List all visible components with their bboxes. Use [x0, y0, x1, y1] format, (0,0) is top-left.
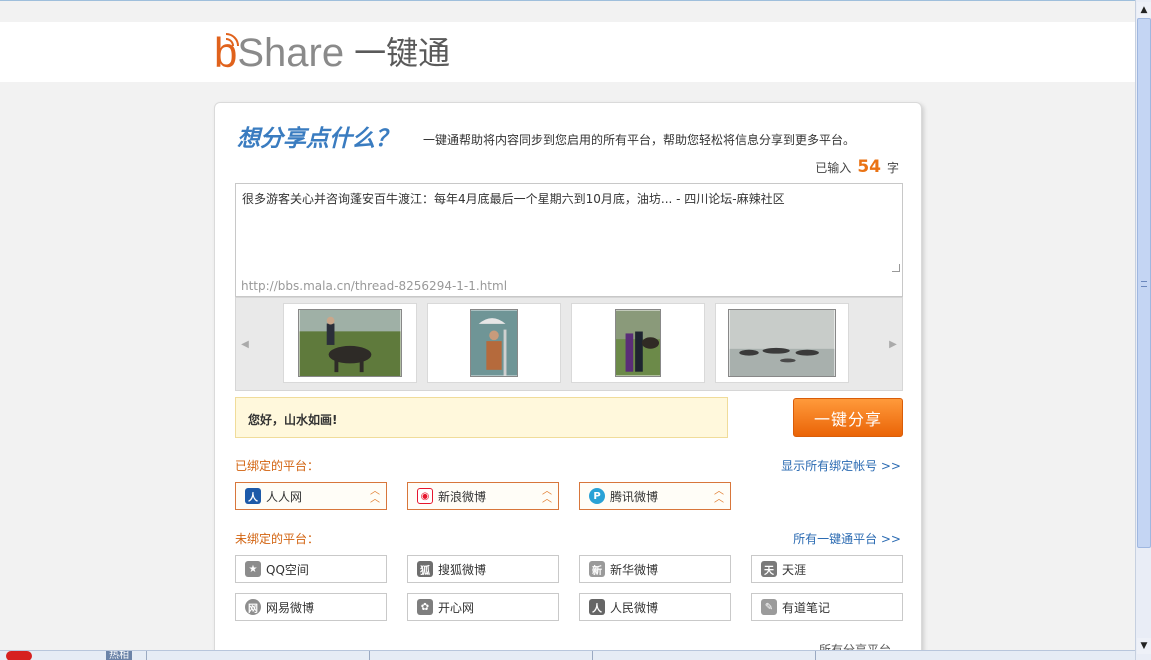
- gallery-thumb[interactable]: [427, 303, 561, 383]
- bound-platform-tencent-weibo[interactable]: P 腾讯微博 ︿ ︿: [579, 482, 731, 510]
- page-header: b Share 一键通: [0, 22, 1135, 82]
- taskbar-divider: [369, 651, 370, 660]
- platform-name: 人人网: [266, 489, 303, 504]
- scrollbar-grip-icon: [1141, 281, 1147, 287]
- taskbar-app-icon[interactable]: [6, 651, 32, 660]
- xinhua-weibo-icon: 新: [589, 561, 605, 577]
- vertical-scrollbar[interactable]: ▲ ▼: [1135, 0, 1151, 660]
- greeting-text: 您好，山水如画!: [248, 413, 338, 427]
- char-counter-value: 54: [857, 157, 881, 177]
- taskbar-divider: [592, 651, 593, 660]
- taskbar-divider: [146, 651, 147, 660]
- logo-wifi-icon: [225, 33, 239, 47]
- platform-people-weibo[interactable]: 人 人民微博: [579, 593, 731, 621]
- platform-name: 腾讯微博: [610, 489, 659, 504]
- char-counter-suffix: 字: [886, 161, 899, 175]
- youdao-note-icon: ✎: [761, 599, 777, 615]
- char-counter-prefix: 已输入: [815, 161, 852, 175]
- platform-youdao-note[interactable]: ✎ 有道笔记: [751, 593, 903, 621]
- platform-name: 网易微博: [266, 600, 315, 615]
- tencent-weibo-icon: P: [589, 488, 605, 504]
- platform-sohu-weibo[interactable]: 狐 搜狐微博: [407, 555, 559, 583]
- card-title: 想分享点什么？: [237, 126, 398, 152]
- bshare-logo[interactable]: b Share 一键通: [214, 29, 451, 76]
- photo-buffalo-rider: [298, 309, 402, 377]
- share-text[interactable]: 很多游客关心并咨询蓬安百牛渡江：每年4月底最后一个星期六到10月底，油坊... …: [242, 190, 785, 207]
- char-counter: 已输入 54 字: [815, 157, 899, 177]
- platform-name: 搜狐微博: [438, 562, 487, 577]
- gallery-thumb[interactable]: [571, 303, 705, 383]
- platform-xinhua-weibo[interactable]: 新 新华微博: [579, 555, 731, 583]
- card-description: 一键通帮助将内容同步到您启用的所有平台，帮助您轻松将信息分享到更多平台。: [423, 133, 856, 147]
- show-bound-accounts-link[interactable]: 显示所有绑定帐号 >>: [781, 457, 901, 474]
- platform-name: 天涯: [782, 562, 807, 577]
- one-click-share-button[interactable]: 一键分享: [793, 398, 903, 437]
- platform-name: 新华微博: [610, 562, 659, 577]
- platform-name: 有道笔记: [782, 600, 831, 615]
- platform-name: QQ空间: [266, 562, 309, 577]
- people-weibo-icon: 人: [589, 599, 605, 615]
- bound-platform-renren[interactable]: 人 人人网 ︿ ︿: [235, 482, 387, 510]
- share-card: 想分享点什么？ 一键通帮助将内容同步到您启用的所有平台，帮助您轻松将信息分享到更…: [214, 102, 922, 660]
- platform-name: 开心网: [438, 600, 475, 615]
- bound-platform-sina-weibo[interactable]: ◉ 新浪微博 ︿ ︿: [407, 482, 559, 510]
- image-gallery: ◀ ▶: [235, 297, 903, 391]
- tianya-icon: 天: [761, 561, 777, 577]
- taskbar: 热相: [0, 650, 1135, 660]
- collapse-caret-icon[interactable]: ︿ ︿: [714, 487, 724, 505]
- taskbar-divider: [815, 651, 816, 660]
- kaixin-icon: ✿: [417, 599, 433, 615]
- scroll-up-arrow-icon[interactable]: ▲: [1137, 2, 1151, 18]
- all-platforms-link[interactable]: 所有一键通平台 >>: [793, 530, 901, 547]
- logo-share-text: Share: [237, 31, 345, 75]
- taskbar-item[interactable]: 热相: [106, 651, 132, 660]
- greeting-box: 您好，山水如画!: [235, 397, 728, 438]
- bound-platforms-label: 已绑定的平台：: [235, 459, 320, 473]
- platform-kaixin[interactable]: ✿ 开心网: [407, 593, 559, 621]
- qzone-icon: ★: [245, 561, 261, 577]
- resize-handle-icon[interactable]: [892, 264, 900, 272]
- platform-name: 人民微博: [610, 600, 659, 615]
- photo-woman-umbrella: [470, 309, 518, 377]
- platform-qzone[interactable]: ★ QQ空间: [235, 555, 387, 583]
- platform-netease-weibo[interactable]: 网 网易微博: [235, 593, 387, 621]
- gallery-thumb[interactable]: [283, 303, 417, 383]
- scrollbar-thumb[interactable]: [1137, 18, 1151, 548]
- scroll-down-arrow-icon[interactable]: ▼: [1137, 638, 1151, 654]
- platform-name: 新浪微博: [438, 489, 487, 504]
- netease-weibo-icon: 网: [245, 599, 261, 615]
- collapse-caret-icon[interactable]: ︿ ︿: [542, 487, 552, 505]
- collapse-caret-icon[interactable]: ︿ ︿: [370, 487, 380, 505]
- gallery-prev-arrow-icon[interactable]: ◀: [236, 298, 254, 390]
- photo-river-rocks: [728, 309, 836, 377]
- sohu-weibo-icon: 狐: [417, 561, 433, 577]
- renren-icon: 人: [245, 488, 261, 504]
- platform-tianya[interactable]: 天 天涯: [751, 555, 903, 583]
- unbound-platforms-label: 未绑定的平台：: [235, 532, 320, 546]
- logo-cn-text: 一键通: [354, 34, 451, 72]
- photo-couple-buffalo: [615, 309, 661, 377]
- gallery-thumb[interactable]: [715, 303, 849, 383]
- logo-b-letter: b: [214, 29, 239, 76]
- share-url: http://bbs.mala.cn/thread-8256294-1-1.ht…: [241, 279, 508, 293]
- gallery-next-arrow-icon[interactable]: ▶: [884, 298, 902, 390]
- weibo-icon: ◉: [417, 488, 433, 504]
- browser-top-bar: [0, 0, 1135, 22]
